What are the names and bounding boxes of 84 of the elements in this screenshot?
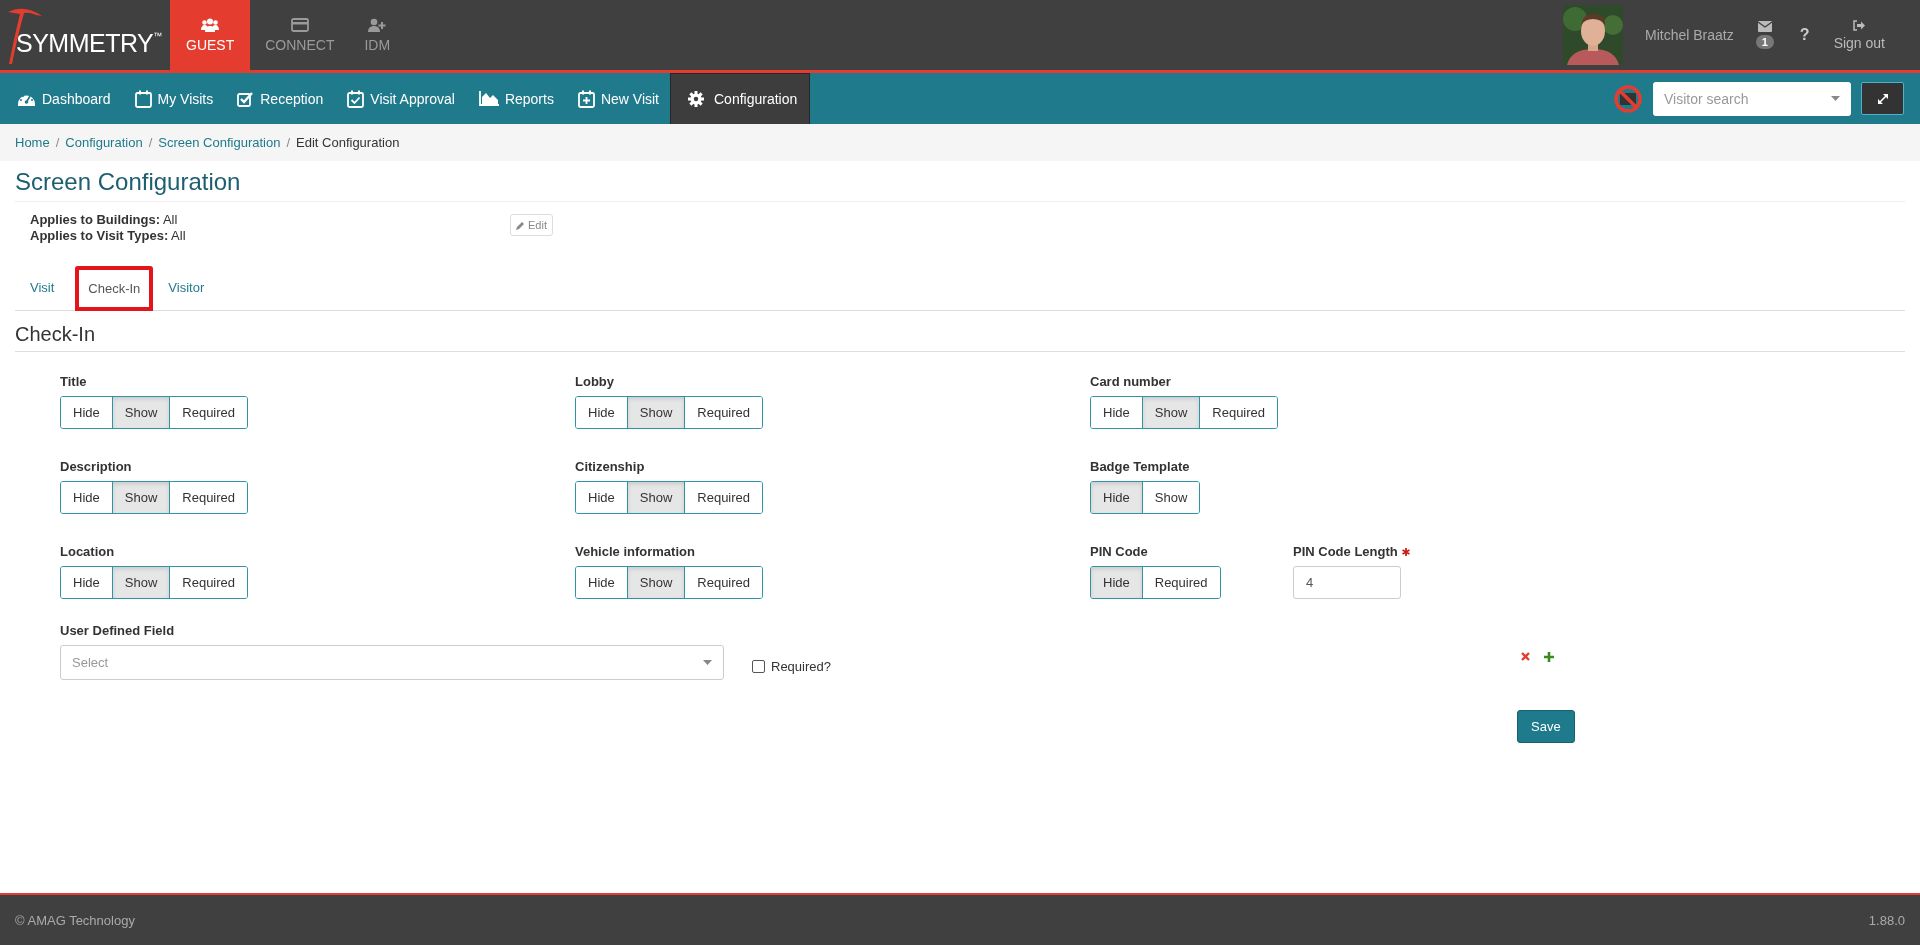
field-label: Lobby [575, 374, 615, 389]
toggle-option[interactable]: Show [626, 397, 685, 428]
breadcrumb-separator: / [286, 135, 291, 150]
breadcrumb-current: Edit Configuration [296, 135, 400, 150]
checkbox-label: Required? [771, 659, 831, 674]
nav-tab[interactable]: Reports [465, 73, 565, 124]
toggle-option[interactable]: Show [626, 567, 685, 598]
card-icon [290, 17, 309, 32]
calendar-plus-icon [577, 89, 595, 108]
user-name[interactable]: Mitchel Braatz [1645, 27, 1734, 43]
field-label: User Defined Field [60, 623, 176, 638]
toggle-option[interactable]: Hide [1091, 482, 1142, 513]
symmetry-logo: SYMMETRY™ [0, 0, 170, 70]
breadcrumb-separator: / [148, 135, 153, 150]
field-label: Card number [1090, 374, 1172, 389]
gear-icon [688, 91, 704, 107]
field-label: Location [60, 544, 116, 559]
nav-tab[interactable]: Reception [224, 73, 335, 124]
toggle-option[interactable]: Show [111, 567, 170, 598]
sign-out-link[interactable]: Sign out [1833, 0, 1885, 70]
toggle-option[interactable]: Show [111, 397, 170, 428]
caret-icon [1831, 96, 1840, 101]
help-link[interactable]: ? [1799, 26, 1810, 44]
nav-tab[interactable]: Dashboard [4, 73, 122, 124]
toggle-option[interactable]: Required [1141, 567, 1220, 598]
pencil-icon [516, 220, 525, 230]
field-label: Citizenship [575, 459, 646, 474]
calendar-check-icon [347, 89, 365, 108]
tab[interactable]: Visit [15, 266, 70, 310]
tab[interactable]: Visitor [153, 266, 220, 310]
toggle-option[interactable]: Required [1199, 397, 1278, 428]
add-icon[interactable] [1544, 652, 1554, 662]
expand-icon [1876, 92, 1889, 105]
toggle-option[interactable]: Required [169, 397, 248, 428]
envelope-icon[interactable] [1757, 21, 1772, 32]
page-title: Screen Configuration [15, 161, 1905, 202]
version-text: 1.88.0 [1868, 912, 1905, 928]
field-label: PIN Code Length [1293, 544, 1398, 559]
toggle-option[interactable]: Required [169, 567, 248, 598]
user-plus-icon [368, 17, 387, 32]
applies-text: Applies to Visit Types: All [30, 228, 187, 244]
message-count: 1 [1755, 35, 1774, 49]
toggle-option[interactable]: Show [111, 482, 170, 513]
toggle-option[interactable]: Required [684, 567, 763, 598]
calendar-icon [134, 89, 152, 108]
nav-tab[interactable]: Visit Approval [334, 73, 466, 124]
copyright-text: © AMAG Technology [15, 912, 135, 928]
expand-button[interactable] [1861, 82, 1904, 115]
sign-out-icon [1853, 19, 1866, 31]
required-checkbox[interactable] [752, 660, 765, 673]
field-label: Badge Template [1090, 459, 1191, 474]
app-tab[interactable]: GUEST [170, 0, 251, 70]
field-label: Vehicle information [575, 544, 696, 559]
nav-tab[interactable]: New Visit [564, 73, 670, 124]
toggle-option[interactable]: Hide [1091, 567, 1142, 598]
no-card-icon[interactable] [1613, 83, 1643, 114]
field-label: Title [60, 374, 88, 389]
nav-tab[interactable]: Configuration [670, 73, 811, 124]
checkbox-icon [237, 90, 255, 107]
toggle-option[interactable]: Required [684, 482, 763, 513]
area-chart-icon [478, 91, 499, 106]
save-button[interactable]: Save [1517, 710, 1575, 743]
breadcrumb-link[interactable]: Screen Configuration [158, 135, 281, 150]
toggle-option[interactable]: Required [684, 397, 763, 428]
toggle-option[interactable]: Show [1141, 397, 1200, 428]
field-label: PIN Code [1090, 544, 1149, 559]
toggle-option[interactable]: Show [626, 482, 685, 513]
breadcrumb-separator: / [55, 135, 60, 150]
edit-button[interactable]: Edit [510, 214, 553, 236]
field-label: Description [60, 459, 133, 474]
app-tab[interactable]: CONNECT [250, 0, 350, 70]
toggle-option[interactable]: Show [1141, 482, 1200, 513]
number-field[interactable]: 4 [1293, 566, 1401, 599]
toggle-option[interactable]: Required [169, 482, 248, 513]
app-tab[interactable]: IDM [349, 0, 406, 70]
caret-icon [703, 660, 712, 665]
tab[interactable]: Check-In [75, 266, 154, 311]
group-icon [201, 17, 220, 32]
nav-tab[interactable]: My Visits [121, 73, 225, 124]
section-title: Check-In [15, 311, 1905, 352]
breadcrumb-link[interactable]: Home [15, 135, 50, 150]
applies-text: Applies to Buildings: All [30, 212, 179, 228]
breadcrumb-link[interactable]: Configuration [65, 135, 143, 150]
remove-icon[interactable] [1521, 652, 1530, 661]
